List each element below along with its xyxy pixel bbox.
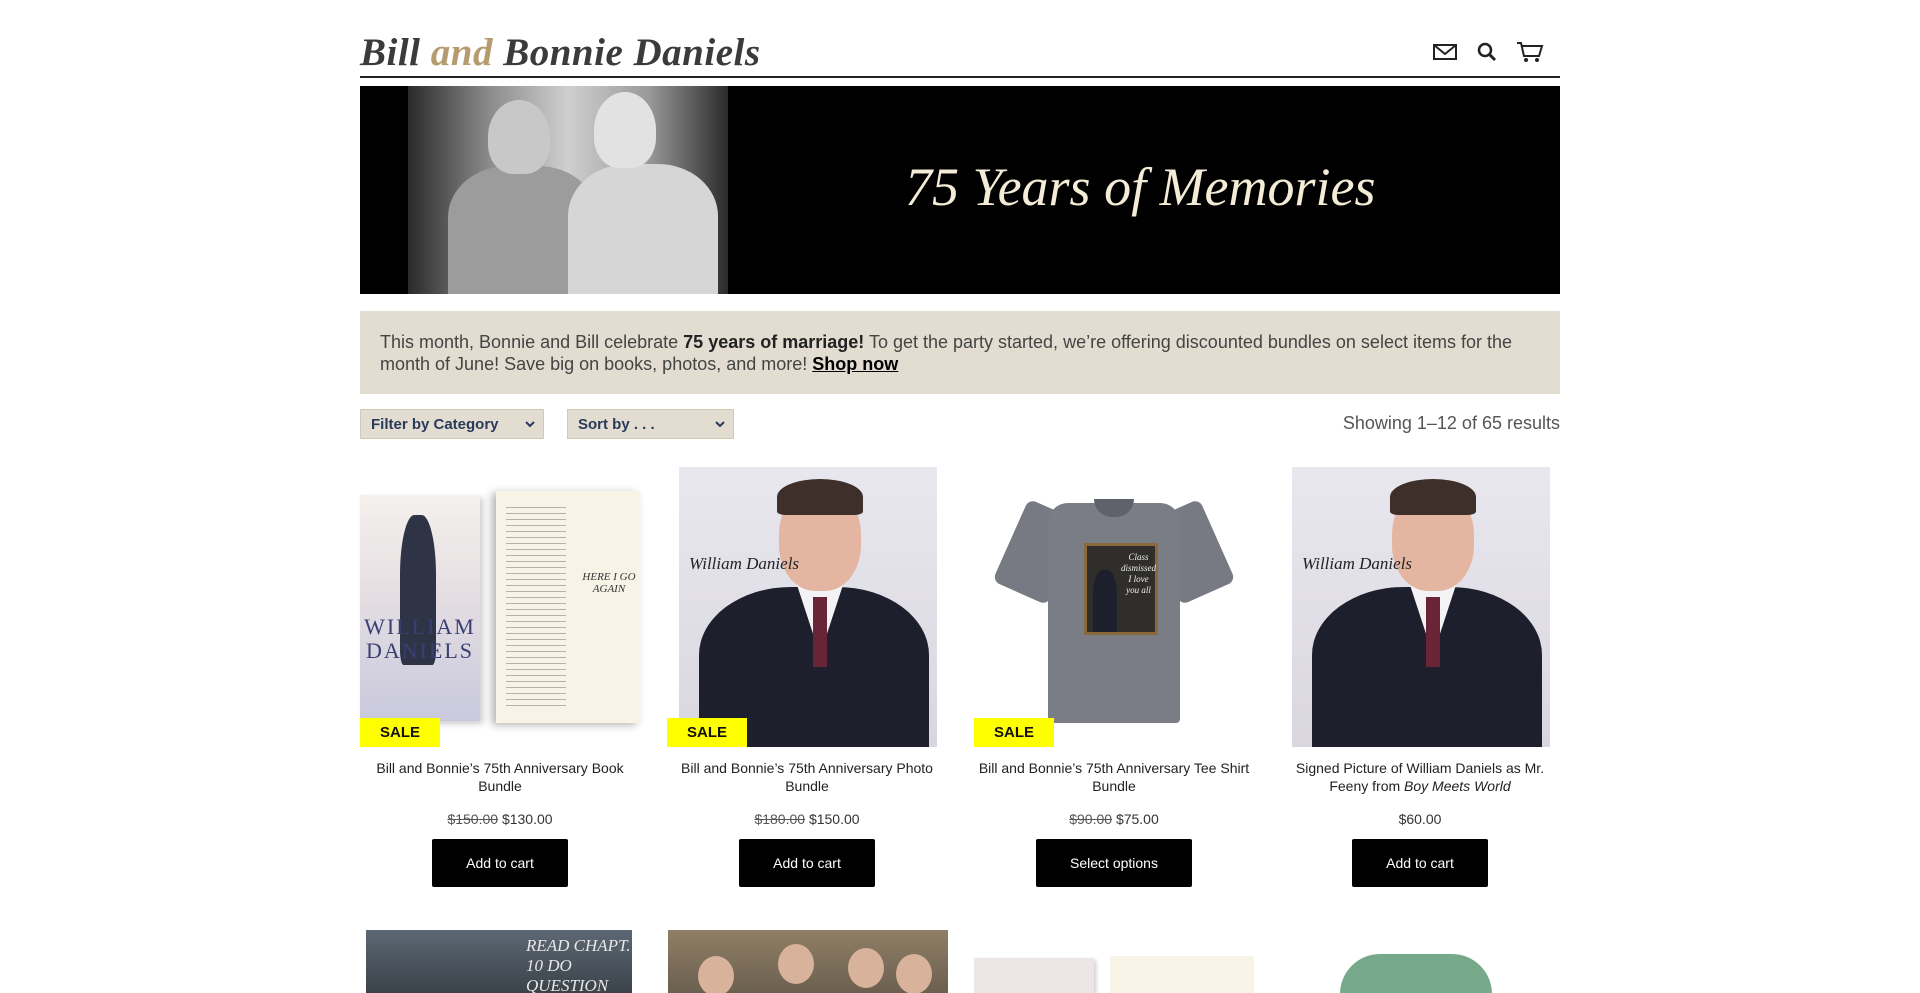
add-to-cart-button[interactable]: Add to cart bbox=[739, 839, 875, 887]
site-logo[interactable]: Bill and Bonnie Daniels bbox=[360, 30, 761, 75]
portrait-hair bbox=[1390, 479, 1476, 515]
book-cover: WILLIAM DANIELS bbox=[360, 495, 480, 721]
book-page-heading: HERE I GO AGAIN bbox=[582, 571, 636, 595]
product-image-photo-bundle[interactable]: William Daniels SALE bbox=[667, 467, 947, 747]
portrait-signature: William Daniels bbox=[1302, 554, 1413, 573]
select-options-button[interactable]: Select options bbox=[1036, 839, 1192, 887]
product-title-italic: Boy Meets World bbox=[1404, 778, 1511, 794]
add-to-cart-button[interactable]: Add to cart bbox=[432, 839, 568, 887]
product-card: Class dismissed I love you all SALE Bill… bbox=[974, 467, 1254, 887]
sale-badge: SALE bbox=[667, 718, 747, 747]
book-page-lines bbox=[506, 507, 566, 707]
hero-banner[interactable]: 75 Years of Memories bbox=[360, 86, 1560, 294]
feeny-portrait: William Daniels bbox=[679, 467, 937, 747]
product-price: $90.00 $75.00 bbox=[974, 811, 1254, 827]
group-photo-face bbox=[848, 948, 884, 988]
chevron-down-icon bbox=[525, 421, 535, 428]
product-image-book-bundle[interactable]: WILLIAM DANIELS HERE I GO AGAIN SALE bbox=[360, 467, 640, 747]
banner-person-bonnie bbox=[568, 164, 718, 294]
book-cover bbox=[974, 958, 1094, 993]
tee-print-chalkboard: Class dismissed I love you all bbox=[1084, 543, 1158, 635]
category-filter-select[interactable]: Filter by Category bbox=[360, 409, 544, 439]
mail-icon[interactable] bbox=[1432, 42, 1458, 62]
feeny-portrait: William Daniels bbox=[1292, 467, 1550, 747]
header-icons bbox=[1432, 40, 1544, 64]
product-old-price: $90.00 bbox=[1069, 811, 1113, 827]
notice-text-start: This month, Bonnie and Bill celebrate bbox=[380, 332, 684, 352]
portrait-signature: William Daniels bbox=[689, 554, 800, 573]
book-open-page: HERE I GO AGAIN bbox=[496, 491, 640, 723]
promo-notice: This month, Bonnie and Bill celebrate 75… bbox=[360, 311, 1560, 394]
product-sale-price: $130.00 bbox=[501, 811, 553, 827]
product-image-row2-tee[interactable] bbox=[1310, 930, 1530, 993]
portrait-tie bbox=[813, 597, 827, 667]
product-title[interactable]: Bill and Bonnie’s 75th Anniversary Book … bbox=[360, 759, 640, 799]
category-filter-value: Filter by Category bbox=[371, 416, 499, 433]
product-card: William Daniels SALE Bill and Bonnie’s 7… bbox=[667, 467, 947, 887]
book-cover-title: WILLIAM DANIELS bbox=[364, 614, 476, 663]
group-photo-face bbox=[778, 944, 814, 984]
product-image-row2-book[interactable] bbox=[974, 930, 1254, 993]
product-image-tee-bundle[interactable]: Class dismissed I love you all SALE bbox=[974, 467, 1254, 747]
product-title[interactable]: Signed Picture of William Daniels as Mr.… bbox=[1280, 759, 1560, 799]
tee-shirt: Class dismissed I love you all bbox=[992, 493, 1236, 723]
notice-bold: 75 years of marriage! bbox=[683, 332, 865, 352]
book-open-page bbox=[1110, 956, 1254, 993]
shop-now-link[interactable]: Shop now bbox=[812, 354, 898, 374]
sort-select[interactable]: Sort by . . . bbox=[567, 409, 734, 439]
group-photo-face bbox=[698, 956, 734, 993]
logo-text-and: and bbox=[430, 31, 493, 74]
chevron-down-icon bbox=[715, 421, 725, 428]
search-icon[interactable] bbox=[1476, 41, 1498, 63]
product-old-price: $150.00 bbox=[447, 811, 499, 827]
product-card: WILLIAM DANIELS HERE I GO AGAIN SALE Bil… bbox=[360, 467, 640, 887]
product-old-price: $180.00 bbox=[754, 811, 806, 827]
results-count: Showing 1–12 of 65 results bbox=[1342, 413, 1560, 433]
product-title[interactable]: Bill and Bonnie’s 75th Anniversary Tee S… bbox=[974, 759, 1254, 799]
sort-value: Sort by . . . bbox=[578, 416, 655, 433]
sale-badge: SALE bbox=[974, 718, 1054, 747]
product-price: $180.00 $150.00 bbox=[667, 811, 947, 827]
banner-couple-photo bbox=[408, 86, 728, 294]
product-price: $60.00 bbox=[1280, 811, 1560, 827]
site-header: Bill and Bonnie Daniels bbox=[360, 30, 1560, 78]
green-tee-shirt bbox=[1340, 954, 1492, 993]
product-sale-price: $150.00 bbox=[808, 811, 860, 827]
tee-print-text: Class dismissed I love you all bbox=[1121, 552, 1157, 595]
product-card: William Daniels Signed Picture of Willia… bbox=[1280, 467, 1560, 887]
product-image-row2-group-photo[interactable] bbox=[668, 930, 948, 993]
banner-title: 75 Years of Memories bbox=[905, 157, 1376, 217]
portrait-hair bbox=[777, 479, 863, 515]
product-image-signed-picture[interactable]: William Daniels bbox=[1280, 467, 1560, 747]
sale-badge: SALE bbox=[360, 718, 440, 747]
logo-text-bill: Bill bbox=[360, 31, 431, 74]
add-to-cart-button[interactable]: Add to cart bbox=[1352, 839, 1488, 887]
tee-print-figure bbox=[1093, 570, 1117, 632]
product-regular-price: $60.00 bbox=[1398, 811, 1442, 827]
product-image-row2-chalkboard[interactable]: READ CHAPT. 10 DO QUESTION bbox=[366, 930, 632, 993]
product-title[interactable]: Bill and Bonnie’s 75th Anniversary Photo… bbox=[667, 759, 947, 799]
chalkboard-text: READ CHAPT. 10 DO QUESTION bbox=[526, 936, 631, 993]
product-sale-price: $75.00 bbox=[1115, 811, 1159, 827]
cart-icon[interactable] bbox=[1516, 40, 1544, 64]
portrait-tie bbox=[1426, 597, 1440, 667]
banner-person-bonnie-head bbox=[594, 92, 656, 168]
banner-person-bill-head bbox=[488, 100, 550, 174]
logo-text-bonnie-daniels: Bonnie Daniels bbox=[492, 31, 761, 74]
group-photo-face bbox=[896, 954, 932, 993]
product-price: $150.00 $130.00 bbox=[360, 811, 640, 827]
